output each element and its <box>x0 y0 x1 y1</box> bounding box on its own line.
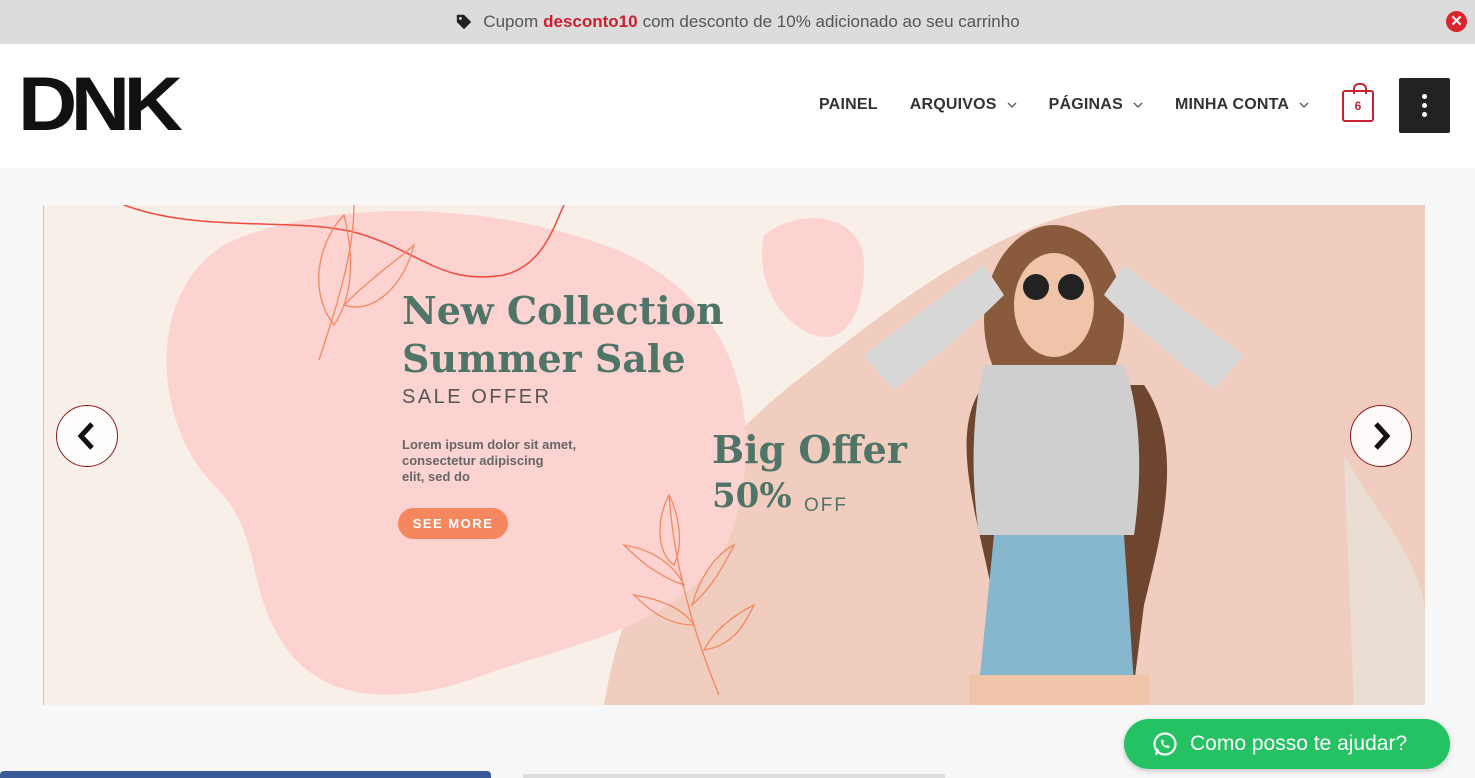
nav-label: PAINEL <box>819 96 878 113</box>
big-offer-title: Big Offer <box>712 427 907 472</box>
slider-next-button[interactable] <box>1350 405 1412 467</box>
whatsapp-icon <box>1153 732 1177 756</box>
nav-label: MINHA CONTA <box>1174 96 1290 113</box>
coupon-notice-bar: Cupom desconto10 com desconto de 10% adi… <box>0 0 1475 44</box>
description-line: consectetur adipiscing <box>402 453 544 468</box>
more-menu-button[interactable] <box>1399 78 1450 133</box>
slider-prev-button[interactable] <box>56 405 118 467</box>
chevron-right-icon <box>1374 422 1391 450</box>
dot <box>1422 103 1427 108</box>
dot <box>1422 94 1427 99</box>
cart-button[interactable]: 6 <box>1342 83 1374 122</box>
nav-label: PÁGINAS <box>1048 96 1123 113</box>
nav-label: ARQUIVOS <box>909 96 997 113</box>
dot <box>1422 112 1427 117</box>
site-logo[interactable]: DNK <box>18 67 183 143</box>
bottom-card-edge <box>523 774 945 778</box>
tag-icon <box>457 14 472 30</box>
chevron-down-icon <box>1133 102 1143 108</box>
nav-item-painel[interactable]: PAINEL <box>819 96 878 114</box>
headline-line-2: Summer Sale <box>402 336 686 381</box>
close-icon: ✕ <box>1450 13 1463 30</box>
sale-offer-label: SALE OFFER <box>402 386 552 408</box>
notice-prefix: Cupom <box>483 12 539 31</box>
whatsapp-chat-button[interactable]: Como posso te ajudar? <box>1124 719 1450 769</box>
site-header: DNK PAINEL ARQUIVOS PÁGINAS MINHA CONTA … <box>0 44 1475 168</box>
nav-item-minha-conta[interactable]: MINHA CONTA <box>1175 96 1309 114</box>
main-nav: PAINEL ARQUIVOS PÁGINAS MINHA CONTA <box>819 96 1341 114</box>
description-line: Lorem ipsum dolor sit amet, <box>402 437 577 452</box>
whatsapp-label: Como posso te ajudar? <box>1190 732 1408 755</box>
headline-line-1: New Collection <box>402 288 724 333</box>
hero-banner[interactable]: New Collection Summer Sale SALE OFFER Lo… <box>43 205 1425 705</box>
close-notice-button[interactable]: ✕ <box>1446 11 1467 32</box>
nav-item-arquivos[interactable]: ARQUIVOS <box>910 96 1017 114</box>
offer-off-label: OFF <box>804 495 848 516</box>
description-line: elit, sed do <box>402 469 470 484</box>
chevron-down-icon <box>1299 102 1309 108</box>
bottom-card-edge <box>0 771 491 778</box>
cart-count-badge: 6 <box>1354 99 1362 113</box>
see-more-button[interactable]: SEE MORE <box>398 508 508 539</box>
coupon-code: desconto10 <box>543 12 638 31</box>
banner-description: Lorem ipsum dolor sit amet, consectetur … <box>402 437 602 485</box>
offer-percent: 50% <box>712 476 792 516</box>
nav-item-paginas[interactable]: PÁGINAS <box>1049 96 1143 114</box>
notice-suffix: com desconto de 10% adicionado ao seu ca… <box>642 12 1020 31</box>
banner-headline: New Collection Summer Sale <box>402 287 724 383</box>
chevron-left-icon <box>77 422 94 450</box>
chevron-down-icon <box>1007 102 1017 108</box>
